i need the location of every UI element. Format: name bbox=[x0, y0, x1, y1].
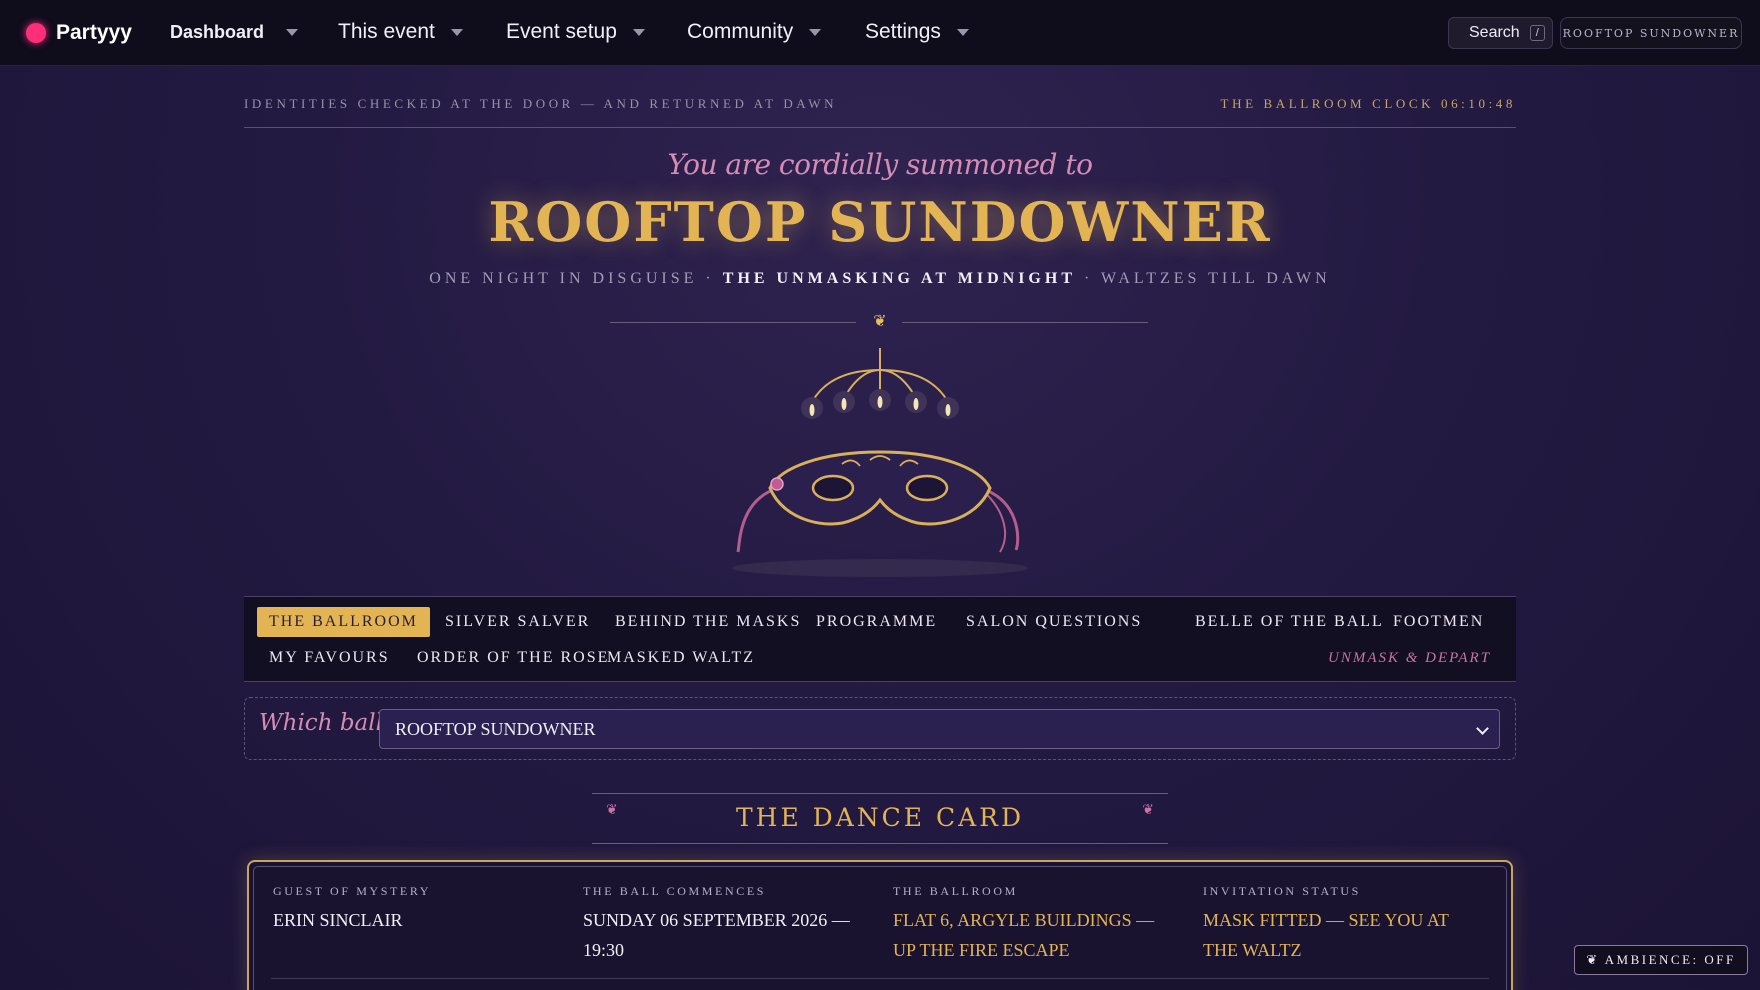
tab-belle-of-the-ball[interactable]: BELLE OF THE BALL bbox=[1183, 607, 1396, 637]
tab-behind-the-masks[interactable]: BEHIND THE MASKS bbox=[603, 607, 813, 637]
nav-dashboard[interactable]: Dashboard bbox=[170, 22, 299, 43]
nav-this-event-label: This event bbox=[338, 20, 435, 43]
chevron-down-icon bbox=[956, 28, 969, 36]
ball-select[interactable]: ROOFTOP SUNDOWNER bbox=[379, 709, 1500, 749]
unmask-and-depart-link[interactable]: UNMASK & DEPART bbox=[1316, 643, 1503, 673]
nav-community[interactable]: Community bbox=[687, 20, 822, 44]
tab-order-of-the-rose[interactable]: ORDER OF THE ROSE bbox=[405, 643, 621, 673]
field-commences-key: THE BALL COMMENCES bbox=[583, 884, 767, 898]
ornament-rule-left bbox=[610, 322, 856, 323]
summon-line: You are cordially summoned to bbox=[667, 148, 1093, 181]
dance-card-title: THE DANCE CARD bbox=[735, 803, 1025, 832]
fleuron-icon: ❦ bbox=[606, 803, 618, 818]
fleuron-icon: ❦ bbox=[873, 313, 887, 330]
tab-the-ballroom[interactable]: THE BALLROOM bbox=[257, 607, 430, 637]
field-ballroom-key: THE BALLROOM bbox=[893, 884, 1018, 898]
search-button[interactable]: Search / bbox=[1448, 17, 1553, 49]
field-ballroom: THE BALLROOM FLAT 6, ARGYLE BUILDINGS — … bbox=[893, 884, 1163, 965]
field-guest-key: GUEST OF MYSTERY bbox=[273, 884, 432, 898]
chevron-down-icon bbox=[450, 28, 463, 36]
brand-name: Partyyy bbox=[56, 20, 132, 44]
brand-dot-icon bbox=[26, 22, 46, 43]
field-guest-value: ERIN SINCLAIR bbox=[273, 910, 403, 930]
top-navigation-bar: Partyyy Dashboard This event Event setup… bbox=[0, 0, 1760, 66]
tagline-part-c: · WALTZES TILL DAWN bbox=[1075, 270, 1331, 287]
nav-community-label: Community bbox=[687, 20, 794, 43]
tagline-highlight: THE UNMASKING AT MIDNIGHT bbox=[722, 270, 1076, 287]
dance-card: GUEST OF MYSTERY ERIN SINCLAIR THE BALL … bbox=[247, 860, 1513, 990]
tab-programme[interactable]: PROGRAMME bbox=[804, 607, 949, 637]
identity-notice: IDENTITIES CHECKED AT THE DOOR — AND RET… bbox=[244, 96, 838, 111]
section-tabs: THE BALLROOM SILVER SALVER BEHIND THE MA… bbox=[244, 596, 1516, 682]
field-invitation-status-key: INVITATION STATUS bbox=[1203, 884, 1361, 898]
ornament-rule-right bbox=[902, 322, 1148, 323]
masquerade-mask-illustration bbox=[732, 348, 1028, 577]
field-invitation-status-value: MASK FITTED — SEE YOU AT THE WALTZ bbox=[1203, 910, 1449, 960]
card-divider bbox=[271, 978, 1489, 979]
ball-selector-panel: Which ball? ROOFTOP SUNDOWNER bbox=[244, 697, 1516, 760]
nav-event-setup-label: Event setup bbox=[506, 20, 617, 43]
tab-masked-waltz[interactable]: MASKED WALTZ bbox=[595, 643, 767, 673]
field-commences-value: SUNDAY 06 SEPTEMBER 2026 — 19:30 bbox=[583, 910, 850, 960]
field-invitation-status: INVITATION STATUS MASK FITTED — SEE YOU … bbox=[1203, 884, 1473, 965]
ballroom-clock: THE BALLROOM CLOCK 06:10:48 bbox=[1220, 96, 1516, 111]
nav-event-setup[interactable]: Event setup bbox=[506, 20, 645, 44]
dance-card-heading: ❦ THE DANCE CARD ❦ bbox=[592, 793, 1168, 844]
nav-this-event[interactable]: This event bbox=[338, 20, 463, 44]
tab-silver-salver[interactable]: SILVER SALVER bbox=[433, 607, 602, 637]
current-event-pill[interactable]: ROOFTOP SUNDOWNER bbox=[1560, 17, 1742, 49]
ambience-toggle-button[interactable]: ❦ AMBIENCE: OFF bbox=[1574, 945, 1748, 975]
tab-salon-questions[interactable]: SALON QUESTIONS bbox=[954, 607, 1154, 637]
chevron-down-icon bbox=[809, 28, 822, 36]
ball-select-value: ROOFTOP SUNDOWNER bbox=[395, 718, 596, 739]
tagline-part-a: ONE NIGHT IN DISGUISE · bbox=[429, 270, 723, 287]
page-title: ROOFTOP SUNDOWNER bbox=[488, 190, 1272, 254]
search-shortcut-key: / bbox=[1529, 25, 1545, 41]
field-commences: THE BALL COMMENCES SUNDAY 06 SEPTEMBER 2… bbox=[583, 884, 853, 965]
tab-footmen[interactable]: FOOTMEN bbox=[1381, 607, 1496, 637]
header-strip: IDENTITIES CHECKED AT THE DOOR — AND RET… bbox=[244, 96, 1516, 128]
field-ballroom-value: FLAT 6, ARGYLE BUILDINGS — UP THE FIRE E… bbox=[893, 910, 1155, 960]
chevron-down-icon bbox=[286, 29, 299, 36]
fleuron-icon: ❦ bbox=[1142, 803, 1154, 818]
chevron-down-icon bbox=[1476, 722, 1489, 735]
field-guest: GUEST OF MYSTERY ERIN SINCLAIR bbox=[273, 884, 543, 935]
brand-logo[interactable]: Partyyy bbox=[26, 21, 132, 45]
search-label: Search bbox=[1469, 24, 1520, 41]
tab-my-favours[interactable]: MY FAVOURS bbox=[257, 643, 402, 673]
event-tagline: ONE NIGHT IN DISGUISE · THE UNMASKING AT… bbox=[0, 270, 1760, 288]
nav-dashboard-label: Dashboard bbox=[170, 22, 265, 42]
nav-settings[interactable]: Settings bbox=[865, 20, 969, 44]
chevron-down-icon bbox=[632, 28, 645, 36]
nav-settings-label: Settings bbox=[865, 20, 941, 43]
ball-selector-label: Which ball? bbox=[259, 710, 396, 736]
